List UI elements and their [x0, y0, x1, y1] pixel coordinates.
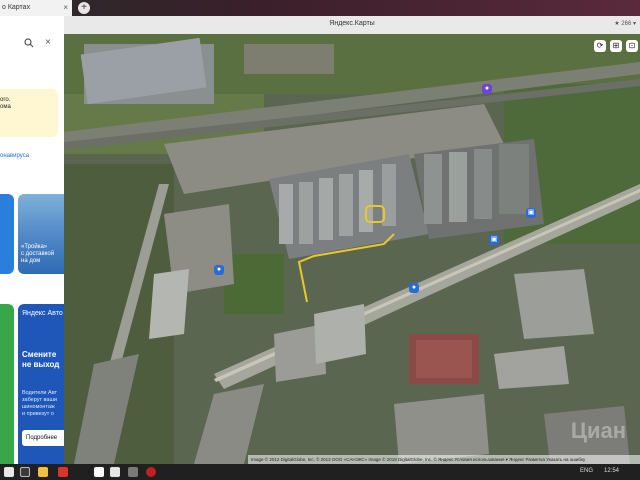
- refresh-icon[interactable]: ⟳: [594, 40, 606, 52]
- watermark: Циан: [570, 418, 626, 443]
- title-bar: Яндекс.Карты ★ 266 ▾: [64, 16, 640, 34]
- promo-auto-details-button[interactable]: Подробнее: [22, 430, 64, 446]
- promo-auto-headline: Смените не выход: [22, 350, 60, 369]
- app-icon-white[interactable]: [110, 467, 120, 477]
- poi-marker-bus[interactable]: ▣: [526, 208, 536, 218]
- browser-window: о Картах × + Яндекс.Карты ★ 266 ▾ × ого.…: [0, 0, 640, 480]
- taskbar: ENG 12:54: [0, 464, 640, 480]
- explorer-icon[interactable]: [38, 467, 48, 477]
- map-controls: ⟳ ⊞ ⊡: [594, 40, 638, 52]
- layers-icon[interactable]: ⊞: [610, 40, 622, 52]
- search-icon[interactable]: [24, 38, 34, 48]
- rating-badge[interactable]: ★ 266 ▾: [614, 20, 636, 27]
- coronavirus-link[interactable]: онавирусa: [0, 153, 29, 159]
- app-icon-gray[interactable]: [128, 467, 138, 477]
- notice-text: ого. ома: [0, 97, 11, 110]
- windows-icon[interactable]: [4, 467, 14, 477]
- poi-marker-school[interactable]: ●: [214, 265, 224, 275]
- yandex-browser-icon[interactable]: [94, 467, 104, 477]
- promo-auto-body: Водители Авт заберут ваши шиномонтаж и п…: [22, 390, 58, 417]
- tab-title: о Картах: [2, 4, 31, 11]
- poi-marker-purple[interactable]: ●: [482, 84, 492, 94]
- new-tab-button[interactable]: +: [78, 2, 90, 14]
- promo-troika-text: «Тройка» с доставкой на дом: [21, 244, 55, 264]
- left-panel: × ого. ома онавирусa «Тройка» с доставко…: [0, 16, 64, 464]
- clock[interactable]: 12:54: [604, 468, 619, 474]
- close-icon[interactable]: ×: [63, 3, 68, 12]
- search-row[interactable]: ×: [0, 36, 64, 52]
- fullscreen-icon[interactable]: ⊡: [626, 40, 638, 52]
- satellite-imagery: [64, 34, 640, 464]
- keyboard-language[interactable]: ENG: [580, 468, 593, 474]
- promo-card-troika[interactable]: «Тройка» с доставкой на дом: [18, 194, 64, 274]
- app-icon-red[interactable]: [58, 467, 68, 477]
- satellite-map[interactable]: ● ▣ ▣ ● ● ⟳ ⊞ ⊡ Циан Image © 2012 Digita…: [64, 34, 640, 464]
- poi-marker-bus-2[interactable]: ▣: [489, 235, 499, 245]
- clear-icon[interactable]: ×: [45, 37, 51, 48]
- promo-card-blue[interactable]: [0, 194, 14, 274]
- tab-bar: о Картах × +: [0, 0, 640, 16]
- notice-card[interactable]: ого. ома: [0, 89, 58, 137]
- window-title: Яндекс.Карты: [329, 20, 375, 27]
- map-attribution: Image © 2012 DigitalGlobe, Inc. © 2013 О…: [248, 455, 640, 464]
- poi-marker-blue[interactable]: ●: [409, 283, 419, 293]
- search-taskbar-icon[interactable]: [20, 467, 30, 477]
- app-icon-record[interactable]: [146, 467, 156, 477]
- promo-card-green[interactable]: [0, 304, 14, 464]
- promo-auto-brand: Яндекс Авто: [22, 310, 63, 317]
- tab-yandex-maps[interactable]: о Картах ×: [0, 0, 72, 16]
- promo-card-auto[interactable]: Яндекс Авто Смените не выход Водители Ав…: [18, 304, 64, 464]
